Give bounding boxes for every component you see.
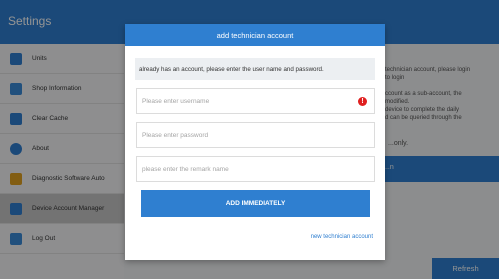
remark-input[interactable] [142,165,352,173]
add-immediately-button[interactable]: ADD IMMEDIATELY [141,190,370,217]
username-field[interactable]: ! [136,88,375,114]
username-input[interactable] [142,97,352,105]
account-notice: already has an account, please enter the… [135,58,375,80]
password-input[interactable] [142,131,352,139]
add-technician-dialog: add technician account already has an ac… [125,24,385,260]
error-icon: ! [358,97,367,106]
new-technician-account-link[interactable]: new technician account [311,234,373,240]
dialog-title: add technician account [125,24,385,46]
remark-field[interactable] [136,156,375,182]
password-field[interactable] [136,122,375,148]
